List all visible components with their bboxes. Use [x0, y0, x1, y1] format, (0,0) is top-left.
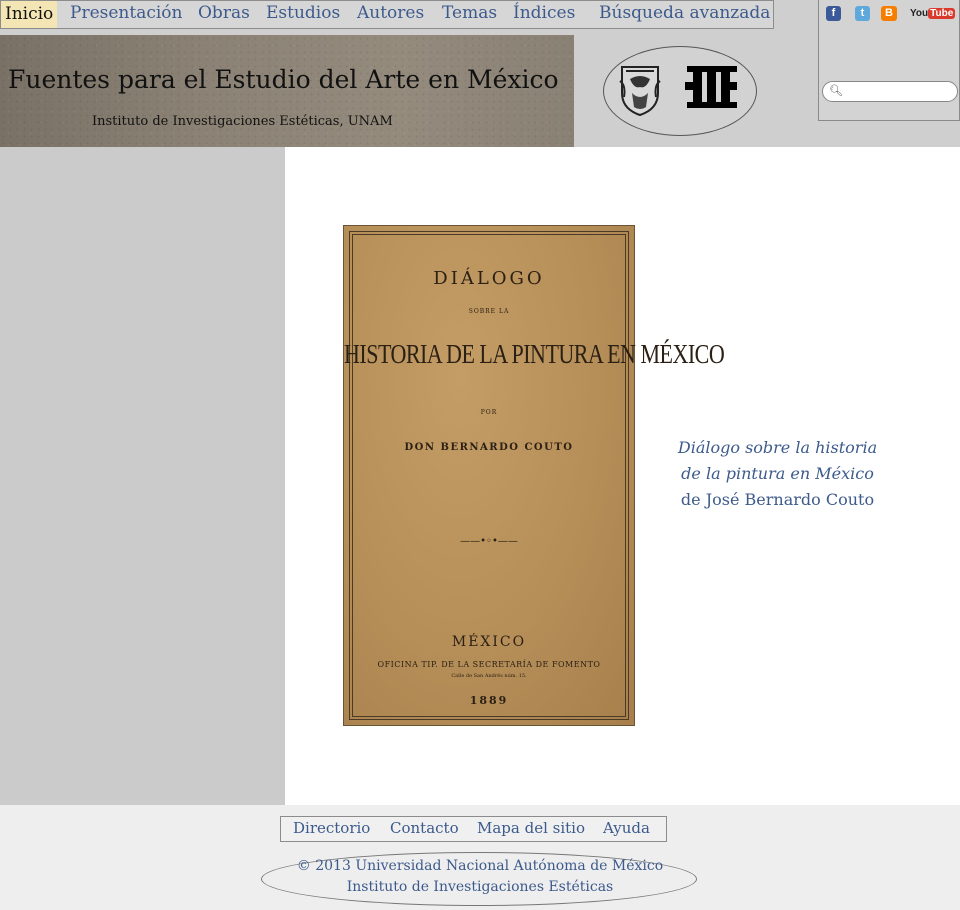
- cover-address: Calle de San Andrés núm. 15.: [451, 673, 527, 679]
- footer-link-directorio[interactable]: Directorio: [293, 819, 370, 837]
- twitter-icon[interactable]: t: [855, 6, 870, 21]
- caption-title-line2: de la pintura en México: [681, 464, 874, 483]
- left-sidebar: [0, 147, 285, 805]
- cover-publisher: OFICINA TIP. DE LA SECRETARÍA DE FOMENTO: [377, 660, 601, 669]
- caption-title-line1: Diálogo sobre la historia: [677, 438, 878, 457]
- footer-navigation: Directorio Contacto Mapa del sitio Ayuda: [280, 816, 667, 842]
- nav-item-obras[interactable]: Obras: [198, 3, 250, 23]
- footer-link-ayuda[interactable]: Ayuda: [603, 819, 650, 837]
- cover-author: DON BERNARDO COUTO: [404, 442, 574, 453]
- search-field[interactable]: 🔍︎: [822, 81, 958, 102]
- nav-item-autores[interactable]: Autores: [357, 3, 424, 23]
- search-icon: 🔍︎: [829, 84, 843, 97]
- blogger-icon[interactable]: B: [881, 6, 897, 21]
- book-cover-image[interactable]: DIÁLOGO SOBRE LA HISTORIA DE LA PINTURA …: [344, 226, 725, 725]
- youtube-you-text: You: [910, 8, 929, 19]
- nav-item-indices[interactable]: Índices: [513, 3, 575, 23]
- cover-word-sobre-la: SOBRE LA: [468, 308, 510, 315]
- youtube-tube-text: Tube: [928, 8, 956, 19]
- cover-ornament: ——•◦•——: [460, 536, 518, 547]
- top-navigation: Inicio Presentación Obras Estudios Autor…: [0, 0, 774, 29]
- youtube-icon[interactable]: You Tube: [910, 6, 956, 21]
- unam-logo[interactable]: [616, 63, 664, 117]
- copyright-institute: Instituto de Investigaciones Estéticas: [346, 879, 614, 895]
- caption-author: de José Bernardo Couto: [680, 490, 875, 509]
- search-input[interactable]: [843, 83, 955, 102]
- nav-item-estudios[interactable]: Estudios: [266, 3, 340, 23]
- nav-item-busqueda-avanzada[interactable]: Búsqueda avanzada: [599, 3, 770, 23]
- nav-item-presentacion[interactable]: Presentación: [70, 3, 182, 23]
- nav-item-inicio[interactable]: Inicio: [1, 1, 58, 28]
- social-panel: f t B You Tube 🔍︎: [818, 0, 960, 121]
- footer-link-mapa-del-sitio[interactable]: Mapa del sitio: [477, 819, 585, 837]
- nav-item-temas[interactable]: Temas: [442, 3, 497, 23]
- copyright-line: © 2013 Universidad Nacional Autónoma de …: [296, 858, 664, 874]
- cover-word-por: POR: [480, 409, 498, 416]
- site-subtitle: Instituto de Investigaciones Estéticas, …: [92, 114, 393, 129]
- site-title: Fuentes para el Estudio del Arte en Méxi…: [8, 65, 559, 94]
- site-banner[interactable]: Fuentes para el Estudio del Arte en Méxi…: [0, 35, 574, 147]
- facebook-icon[interactable]: f: [826, 6, 841, 21]
- featured-caption[interactable]: Diálogo sobre la historia de la pintura …: [655, 435, 900, 513]
- cover-city: MÉXICO: [451, 634, 527, 650]
- iie-logo[interactable]: [685, 66, 739, 108]
- cover-year: 1889: [469, 694, 509, 707]
- footer-link-contacto[interactable]: Contacto: [390, 819, 459, 837]
- cover-word-dialogo: DIÁLOGO: [433, 268, 545, 289]
- cover-title: HISTORIA DE LA PINTURA EN MÉXICO: [344, 338, 725, 370]
